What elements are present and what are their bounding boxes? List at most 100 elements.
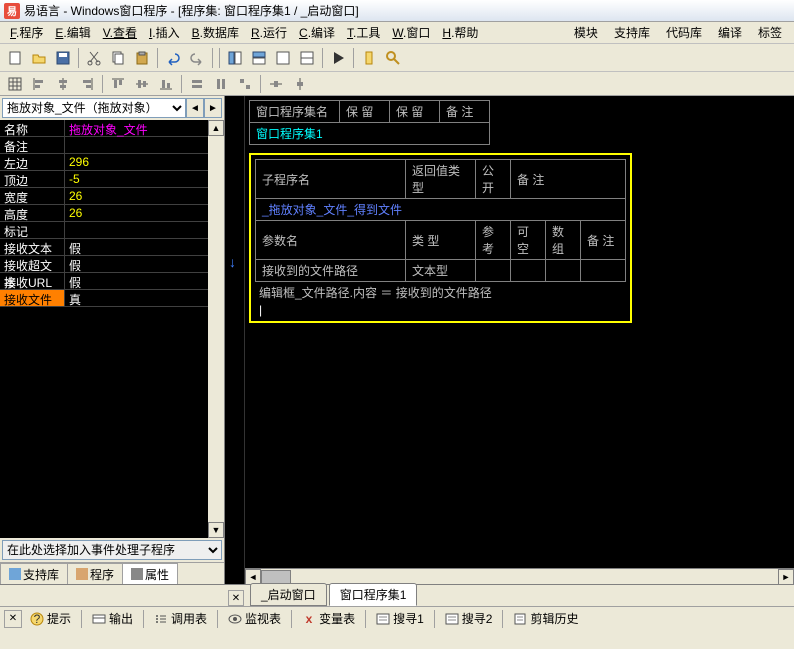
prop-row-6[interactable]: 标记 [0,222,224,239]
redo-button[interactable] [186,47,208,69]
dist-v-button[interactable] [289,73,311,95]
prop-value[interactable]: 26 [65,205,224,221]
param-type[interactable]: 文本型 [406,260,476,282]
prev-object-button[interactable]: ◄ [186,98,204,118]
paste-button[interactable] [131,47,153,69]
undo-button[interactable] [162,47,184,69]
param-name[interactable]: 接收到的文件路径 [256,260,406,282]
status-search1[interactable]: 搜寻1 [370,608,430,629]
align-middle-button[interactable] [131,73,153,95]
status-vars[interactable]: x变量表 [296,608,361,629]
align-grid-button[interactable] [4,73,26,95]
layout2-button[interactable] [248,47,270,69]
prop-row-1[interactable]: 备注 [0,137,224,154]
prop-row-10[interactable]: 接收文件真▼ [0,290,224,307]
prop-scrollbar[interactable]: ▲ ▼ [208,120,224,538]
prop-value[interactable]: 假 [65,239,224,255]
prop-value[interactable] [65,222,224,238]
layout3-button[interactable] [272,47,294,69]
prop-name: 顶边 [0,171,65,187]
prop-row-4[interactable]: 宽度26 [0,188,224,205]
run-button[interactable] [327,47,349,69]
code-line-1[interactable]: 编辑框_文件路径.内容 ＝ 接收到的文件路径 [255,282,626,303]
status-clip[interactable]: 剪辑历史 [507,608,584,629]
hscroll-left-button[interactable]: ◄ [245,569,261,584]
menu-support[interactable]: 支持库 [606,22,658,43]
cut-button[interactable] [83,47,105,69]
align-right-button[interactable] [76,73,98,95]
menu-window[interactable]: W.窗口 [386,22,436,43]
scroll-up-button[interactable]: ▲ [208,120,224,136]
hscroll-thumb[interactable] [261,570,291,584]
prop-row-8[interactable]: 接收超文本假 [0,256,224,273]
menu-module[interactable]: 模块 [566,22,606,43]
menu-file[interactable]: FF.程序.程序 [4,22,49,43]
copy-button[interactable] [107,47,129,69]
property-grid[interactable]: 名称拖放对象_文件备注左边296顶边-5宽度26高度26标记接收文本假接收超文本… [0,120,224,538]
prop-value[interactable]: 26 [65,188,224,204]
same-height-button[interactable] [210,73,232,95]
same-width-button[interactable] [186,73,208,95]
same-size-button[interactable] [234,73,256,95]
open-button[interactable] [28,47,50,69]
menu-view[interactable]: V.查看 [97,22,143,43]
fold-arrow-icon[interactable]: ↓ [229,254,236,270]
tab-program[interactable]: 程序 [67,563,123,584]
align-bottom-button[interactable] [155,73,177,95]
prop-row-5[interactable]: 高度26 [0,205,224,222]
tab-startup-window[interactable]: _启动窗口 [250,583,327,606]
object-selector[interactable]: 拖放对象_文件（拖放对象） [2,98,186,118]
scroll-down-button[interactable]: ▼ [208,522,224,538]
align-left-button[interactable] [28,73,50,95]
bookmark-button[interactable] [358,47,380,69]
status-output[interactable]: 输出 [86,608,139,629]
layout4-button[interactable] [296,47,318,69]
prop-value[interactable]: -5 [65,171,224,187]
menu-insert[interactable]: I.插入 [143,22,186,43]
prop-value[interactable]: 假 [65,273,224,289]
prop-value[interactable]: 假 [65,256,224,272]
next-object-button[interactable]: ► [204,98,222,118]
menu-compile2[interactable]: 编译 [710,22,750,43]
sub-name[interactable]: _拖放对象_文件_得到文件 [256,199,626,221]
status-watch[interactable]: 监视表 [222,608,287,629]
dist-h-button[interactable] [265,73,287,95]
find-button[interactable] [382,47,404,69]
prop-value[interactable]: 296 [65,154,224,170]
prop-value[interactable] [65,137,224,153]
menu-edit[interactable]: E.编辑 [49,22,96,43]
menu-compile[interactable]: C.编译 [293,22,341,43]
event-selector[interactable]: 在此处选择加入事件处理子程序 [2,540,222,560]
align-top-button[interactable] [107,73,129,95]
asm-name[interactable]: 窗口程序集1 [250,123,490,145]
status-hint[interactable]: ?提示 [24,608,77,629]
menu-tools[interactable]: T.工具 [341,22,386,43]
new-button[interactable] [4,47,26,69]
prop-row-2[interactable]: 左边296 [0,154,224,171]
close-tab-button[interactable]: ✕ [228,590,244,606]
layout1-button[interactable] [224,47,246,69]
status-close-button[interactable]: ✕ [4,610,22,628]
prop-value[interactable]: 真 [65,290,208,306]
save-button[interactable] [52,47,74,69]
prop-row-7[interactable]: 接收文本假 [0,239,224,256]
menu-codebank[interactable]: 代码库 [658,22,710,43]
tab-window-assembly[interactable]: 窗口程序集1 [329,583,418,606]
code-cursor[interactable]: | [255,303,626,317]
tab-support[interactable]: 支持库 [0,563,68,584]
menu-help[interactable]: H.帮助 [436,22,484,43]
tab-property[interactable]: 属性 [122,563,178,584]
status-callstack[interactable]: 调用表 [148,608,213,629]
code-hscroll[interactable]: ◄ ► [245,568,794,584]
prop-row-0[interactable]: 名称拖放对象_文件 [0,120,224,137]
menu-run[interactable]: R.运行 [245,22,293,43]
menu-tags[interactable]: 标签 [750,22,790,43]
hscroll-right-button[interactable]: ► [778,569,794,584]
prop-value[interactable]: 拖放对象_文件 [65,120,224,136]
code-area[interactable]: 窗口程序集名 保 留 保 留 备 注 窗口程序集1 子程序名 返回值类型 公开 … [245,96,794,584]
status-search2[interactable]: 搜寻2 [439,608,499,629]
prop-row-3[interactable]: 顶边-5 [0,171,224,188]
prop-row-9[interactable]: 接收URL假 [0,273,224,290]
menu-database[interactable]: B.数据库 [186,22,245,43]
align-center-button[interactable] [52,73,74,95]
